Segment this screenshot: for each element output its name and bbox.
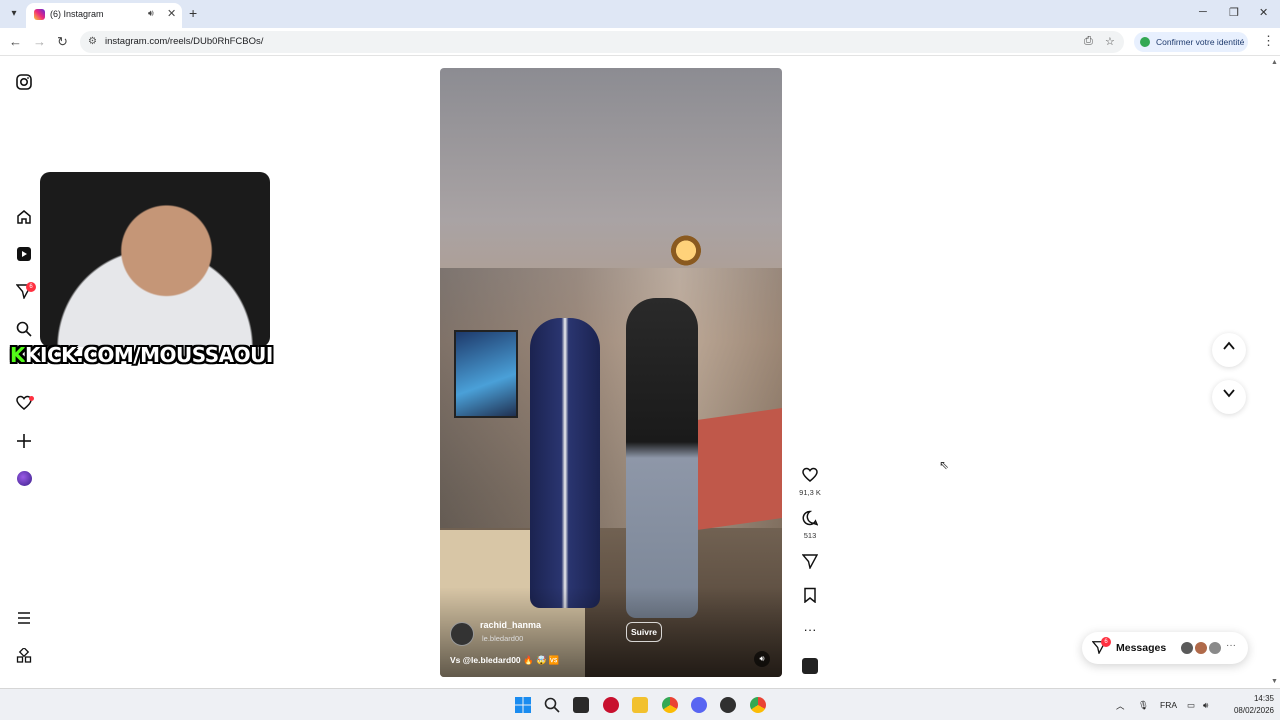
file-explorer-icon[interactable] (632, 697, 648, 713)
browser-toolbar: ← → ↻ ⚙ instagram.com/reels/DUb0RhFCBOs/… (0, 28, 1280, 56)
notification-dot (29, 396, 34, 401)
back-arrow-icon[interactable]: ← (9, 34, 22, 49)
more-options-icon[interactable]: ··· (800, 622, 820, 637)
direct-badge: 6 (26, 282, 36, 292)
reel-author-avatar[interactable] (450, 622, 474, 646)
windows-taskbar: ︿ 🎙︎ FRA ▭ 🔊︎ 14:35 08/02/2026 (0, 688, 1280, 720)
chrome-icon[interactable] (662, 697, 678, 713)
previous-reel-chevron-up-icon[interactable] (1212, 333, 1246, 367)
next-reel-chevron-down-icon[interactable] (1212, 380, 1246, 414)
new-tab-button[interactable]: + (189, 5, 197, 21)
confirm-identity-button[interactable]: Confirmer votre identité (1134, 32, 1248, 52)
reel-caption[interactable]: Vs @le.bledard00 🔥 🤯 🆚 (450, 655, 560, 666)
microphone-icon[interactable]: 🎙︎ (1138, 700, 1149, 711)
site-settings-icon[interactable]: ⚙ (88, 36, 97, 47)
network-icon[interactable]: ▭ (1187, 700, 1195, 711)
tab-title: (6) Instagram (50, 9, 104, 19)
also-from-meta-icon[interactable] (14, 646, 34, 666)
instagram-logo-icon[interactable] (14, 72, 34, 92)
profile-avatar-icon[interactable] (14, 468, 34, 488)
avatar (1180, 641, 1194, 655)
share-send-icon[interactable] (800, 553, 820, 573)
tab-instagram[interactable]: (6) Instagram 🔊︎ ✕ (26, 3, 182, 28)
task-view-icon[interactable] (573, 697, 589, 713)
avatar (1208, 641, 1222, 655)
like-heart-icon[interactable] (800, 467, 820, 487)
close-tab-icon[interactable]: ✕ (167, 7, 176, 20)
audio-track-thumbnail[interactable] (802, 658, 818, 674)
address-bar[interactable]: ⚙ instagram.com/reels/DUb0RhFCBOs/ ⎙ ☆ (80, 31, 1124, 53)
more-menu-icon[interactable] (14, 608, 34, 628)
chrome-active-icon[interactable] (750, 697, 766, 713)
lamp (662, 228, 710, 273)
identity-label: Confirmer votre identité (1156, 37, 1245, 47)
person-left (530, 318, 600, 608)
close-window-icon[interactable]: ✕ (1259, 6, 1268, 19)
scrollbar-up-arrow[interactable]: ▲ (1271, 59, 1278, 66)
messages-badge: 6 (1101, 637, 1111, 647)
avatar (1194, 641, 1208, 655)
profile-icon (1140, 37, 1150, 47)
mouse-cursor-icon: ⇖ (939, 458, 950, 472)
tray-chevron-icon[interactable]: ︿ (1116, 700, 1125, 712)
restore-icon[interactable]: ❐ (1229, 6, 1239, 19)
obs-icon[interactable] (720, 697, 736, 713)
follow-button[interactable]: Suivre (626, 622, 662, 642)
streamer-webcam (40, 172, 270, 347)
mute-icon[interactable]: 🔊︎ (754, 651, 770, 667)
install-app-icon[interactable]: ⎙ (1084, 35, 1093, 48)
minimize-icon[interactable]: ─ (1199, 6, 1207, 18)
browser-menu-icon[interactable]: ⋮ (1262, 33, 1275, 49)
comment-icon[interactable] (800, 510, 820, 530)
clock-time[interactable]: 14:35 (1244, 694, 1274, 703)
more-dots-icon: ··· (1226, 640, 1236, 651)
reel-collaborator[interactable]: le.bledard00 (482, 634, 523, 643)
tab-search-icon[interactable]: ▾ (6, 6, 22, 22)
volume-icon[interactable]: 🔊︎ (1203, 700, 1208, 711)
windows-start-icon[interactable] (515, 697, 531, 713)
scrollbar-down-arrow[interactable]: ▼ (1271, 678, 1278, 685)
bookmark-star-icon[interactable]: ☆ (1105, 35, 1115, 48)
like-count: 91,3 K (799, 488, 821, 497)
app-red-icon[interactable] (603, 697, 619, 713)
search-icon[interactable] (14, 319, 34, 339)
messages-button[interactable]: 6 Messages ··· (1082, 632, 1248, 664)
clock-date[interactable]: 08/02/2026 (1226, 706, 1274, 715)
forward-arrow-icon[interactable]: → (33, 34, 46, 49)
messages-label: Messages (1116, 642, 1167, 654)
reel-username[interactable]: rachid_hanma (480, 620, 541, 630)
browser-tab-bar: ▾ (6) Instagram 🔊︎ ✕ + ─ ❐ ✕ (0, 0, 1280, 28)
reels-icon[interactable] (14, 244, 34, 264)
person-right (626, 298, 698, 618)
create-plus-icon[interactable] (14, 431, 34, 451)
reel-video[interactable]: rachid_hanma le.bledard00 Suivre Vs @le.… (440, 68, 782, 677)
comment-count: 513 (803, 531, 817, 540)
url-text[interactable]: instagram.com/reels/DUb0RhFCBOs/ (105, 36, 263, 47)
tv (454, 330, 518, 418)
taskbar-search-icon[interactable] (544, 697, 560, 713)
speaker-icon[interactable]: 🔊︎ (148, 8, 154, 19)
save-bookmark-icon[interactable] (800, 587, 820, 607)
language-indicator[interactable]: FRA (1160, 700, 1177, 710)
reload-icon[interactable]: ↻ (57, 34, 68, 50)
home-icon[interactable] (14, 207, 34, 227)
discord-icon[interactable] (691, 697, 707, 713)
instagram-favicon-icon (34, 9, 45, 20)
kick-channel-overlay: KKICK.COM/MOUSSAOUI (10, 343, 273, 367)
